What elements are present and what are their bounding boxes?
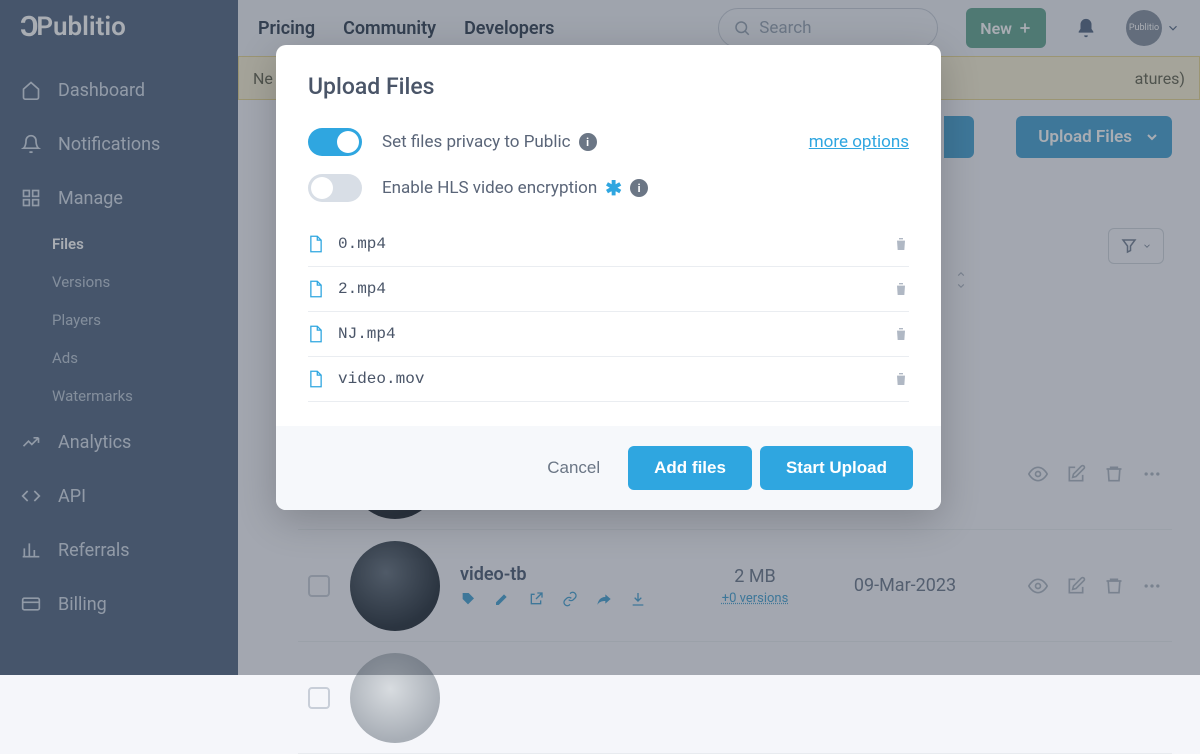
upload-file-item: 0.mp4: [308, 222, 909, 267]
start-upload-button[interactable]: Start Upload: [760, 446, 913, 490]
hls-label: Enable HLS video encryption: [382, 178, 597, 198]
more-options-link[interactable]: more options: [809, 132, 909, 152]
file-icon: [308, 280, 324, 298]
row-checkbox[interactable]: [308, 687, 330, 709]
upload-file-item: 2.mp4: [308, 267, 909, 312]
upload-file-item: video.mov: [308, 357, 909, 402]
privacy-toggle[interactable]: [308, 128, 362, 156]
upload-file-list: 0.mp4 2.mp4 NJ.mp4 video.mov: [308, 222, 909, 402]
file-icon: [308, 235, 324, 253]
remove-file-button[interactable]: [893, 370, 909, 388]
privacy-label: Set files privacy to Public: [382, 132, 571, 152]
asterisk-icon: ✱: [605, 176, 622, 200]
hls-toggle[interactable]: [308, 174, 362, 202]
file-name: NJ.mp4: [338, 325, 879, 343]
upload-file-item: NJ.mp4: [308, 312, 909, 357]
upload-modal: Upload Files Set files privacy to Public…: [276, 45, 941, 510]
info-icon[interactable]: i: [579, 133, 597, 151]
file-icon: [308, 370, 324, 388]
info-icon[interactable]: i: [630, 179, 648, 197]
file-name: 2.mp4: [338, 280, 879, 298]
add-files-button[interactable]: Add files: [628, 446, 752, 490]
remove-file-button[interactable]: [893, 235, 909, 253]
modal-title: Upload Files: [308, 73, 909, 100]
cancel-button[interactable]: Cancel: [527, 448, 620, 488]
file-name: video.mov: [338, 370, 879, 388]
remove-file-button[interactable]: [893, 280, 909, 298]
file-icon: [308, 325, 324, 343]
remove-file-button[interactable]: [893, 325, 909, 343]
file-name: 0.mp4: [338, 235, 879, 253]
